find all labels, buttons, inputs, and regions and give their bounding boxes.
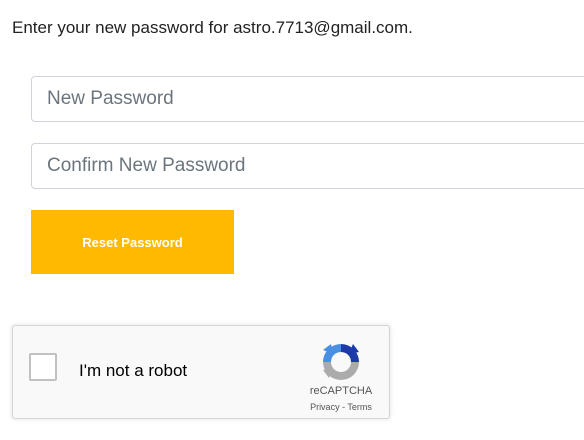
recaptcha-links: Privacy - Terms — [289, 402, 393, 412]
reset-password-button[interactable]: Reset Password — [31, 210, 234, 274]
recaptcha-widget: I'm not a robot reCAPTCHA Privacy - Term… — [12, 325, 390, 419]
new-password-input[interactable] — [32, 77, 584, 121]
recaptcha-logo-icon — [319, 340, 363, 384]
confirm-password-field-wrapper — [31, 143, 584, 189]
confirm-password-input[interactable] — [32, 144, 584, 188]
recaptcha-checkbox[interactable] — [29, 353, 57, 381]
recaptcha-checkbox-label: I'm not a robot — [79, 361, 188, 380]
recaptcha-brand: reCAPTCHA — [309, 385, 373, 397]
reset-password-button-label: Reset Password — [82, 234, 183, 250]
recaptcha-terms-link[interactable]: Terms — [347, 402, 372, 412]
instruction-text: Enter your new password for astro.7713@g… — [12, 18, 413, 37]
recaptcha-privacy-link[interactable]: Privacy — [310, 402, 340, 412]
new-password-field-wrapper — [31, 76, 584, 122]
